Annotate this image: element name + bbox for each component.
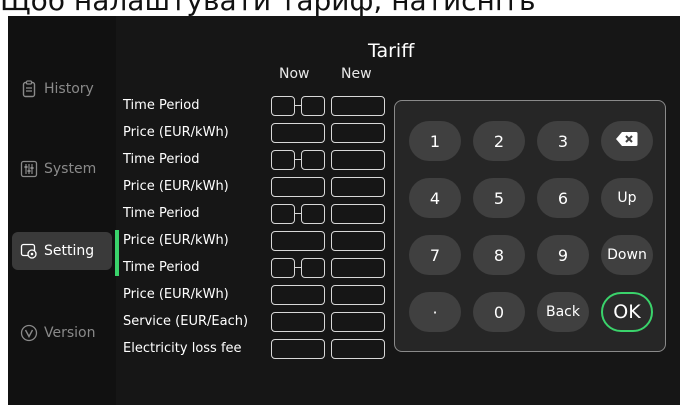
time-period-new-field[interactable] xyxy=(331,96,385,116)
row-label: Price (EUR/kWh) xyxy=(123,233,229,248)
time-period-now[interactable] xyxy=(271,204,325,224)
sidebar-item-label: Version xyxy=(44,325,96,341)
sidebar-item-system[interactable]: System xyxy=(12,150,112,188)
time-start-field[interactable] xyxy=(271,258,295,278)
time-period-new-field[interactable] xyxy=(331,258,385,278)
ok-button[interactable]: OK xyxy=(601,292,653,332)
price-new-field[interactable] xyxy=(331,177,385,197)
time-end-field[interactable] xyxy=(301,204,325,224)
back-button[interactable]: Back xyxy=(537,292,589,332)
time-period-new-field[interactable] xyxy=(331,204,385,224)
time-period-now[interactable] xyxy=(271,150,325,170)
key-2[interactable]: 2 xyxy=(473,121,525,161)
key-7[interactable]: 7 xyxy=(409,235,461,275)
sidebar-item-label: System xyxy=(44,161,97,177)
loss-fee-new-field[interactable] xyxy=(331,339,385,359)
version-icon xyxy=(20,324,38,342)
row-label: Service (EUR/Each) xyxy=(123,314,249,329)
price-now-field[interactable] xyxy=(271,177,325,197)
row-label: Price (EUR/kWh) xyxy=(123,287,229,302)
time-end-field[interactable] xyxy=(301,96,325,116)
column-header-now: Now xyxy=(279,66,310,82)
price-new-field[interactable] xyxy=(331,123,385,143)
page-title: Tariff xyxy=(368,40,415,62)
key-5[interactable]: 5 xyxy=(473,178,525,218)
sidebar-item-setting[interactable]: Setting xyxy=(12,232,112,270)
sidebar-item-version[interactable]: Version xyxy=(12,314,112,352)
row-label: Time Period xyxy=(123,98,200,113)
row-label: Electricity loss fee xyxy=(123,341,242,356)
key-3[interactable]: 3 xyxy=(537,121,589,161)
time-end-field[interactable] xyxy=(301,150,325,170)
row-label: Time Period xyxy=(123,260,200,275)
key-6[interactable]: 6 xyxy=(537,178,589,218)
price-now-field[interactable] xyxy=(271,285,325,305)
time-start-field[interactable] xyxy=(271,204,295,224)
price-new-field[interactable] xyxy=(331,231,385,251)
key-4[interactable]: 4 xyxy=(409,178,461,218)
screen: History System Setting Version Tariff No… xyxy=(8,16,680,405)
time-start-field[interactable] xyxy=(271,150,295,170)
caption-text: Щоб налаштувати тариф, натисніть xyxy=(0,0,688,16)
backspace-icon xyxy=(615,130,639,152)
key-1[interactable]: 1 xyxy=(409,121,461,161)
down-button[interactable]: Down xyxy=(601,235,653,275)
time-period-now[interactable] xyxy=(271,258,325,278)
key-0[interactable]: 0 xyxy=(473,292,525,332)
up-button[interactable]: Up xyxy=(601,178,653,218)
price-now-field[interactable] xyxy=(271,231,325,251)
sliders-icon xyxy=(20,160,38,178)
time-period-now[interactable] xyxy=(271,96,325,116)
service-new-field[interactable] xyxy=(331,312,385,332)
time-start-field[interactable] xyxy=(271,96,295,116)
row-label: Time Period xyxy=(123,206,200,221)
sidebar-item-history[interactable]: History xyxy=(12,70,112,108)
row-label: Time Period xyxy=(123,152,200,167)
clipboard-icon xyxy=(20,80,38,98)
price-new-field[interactable] xyxy=(331,285,385,305)
sidebar-item-label: Setting xyxy=(44,243,95,259)
key-9[interactable]: 9 xyxy=(537,235,589,275)
service-now-field[interactable] xyxy=(271,312,325,332)
settings-icon xyxy=(20,242,38,260)
key-8[interactable]: 8 xyxy=(473,235,525,275)
time-period-new-field[interactable] xyxy=(331,150,385,170)
time-end-field[interactable] xyxy=(301,258,325,278)
sidebar-item-label: History xyxy=(44,81,94,97)
decimal-point-key[interactable]: · xyxy=(409,292,461,332)
row-label: Price (EUR/kWh) xyxy=(123,125,229,140)
loss-fee-now-field[interactable] xyxy=(271,339,325,359)
sidebar: History System Setting Version xyxy=(8,16,116,405)
numeric-keypad: 1 2 3 4 5 6 Up 7 8 9 Down · 0 Back OK xyxy=(394,100,666,352)
price-now-field[interactable] xyxy=(271,123,325,143)
column-header-new: New xyxy=(341,66,372,82)
row-label: Price (EUR/kWh) xyxy=(123,179,229,194)
active-indicator xyxy=(115,230,119,276)
backspace-button[interactable] xyxy=(601,121,653,161)
